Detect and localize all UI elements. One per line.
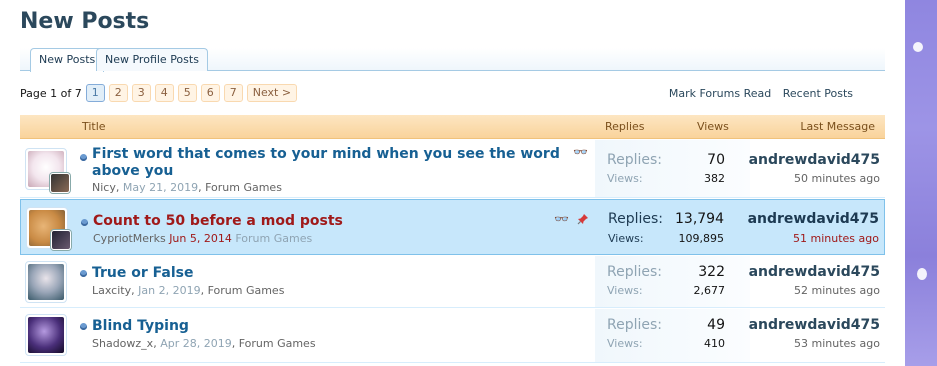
avatar[interactable] [25,261,67,303]
thread-title[interactable]: First word that comes to your mind when … [92,146,562,180]
replies-label: Replies: [607,317,663,333]
replies-label: Replies: [607,264,663,280]
views-label: Views: [607,172,643,185]
table-header: Title Replies Views Last Message [20,115,885,139]
views-count: 382 [704,172,725,185]
unread-icon [81,219,88,226]
last-post-user[interactable]: andrewdavid475 [749,317,880,333]
page-link-1[interactable]: 1 [85,84,105,102]
decor-bubble [917,268,927,280]
thread-meta: CypriotMerks Jun 5, 2014 Forum Games [93,232,312,245]
column-replies[interactable]: Replies [605,120,645,133]
replies-label: Replies: [608,211,664,227]
thread-stats [596,200,751,254]
unread-icon [80,323,87,330]
last-post-time[interactable]: 50 minutes ago [794,172,880,185]
recent-posts-link[interactable]: Recent Posts [783,87,853,100]
thread-author[interactable]: Nicy [92,181,116,194]
thread-stats [595,140,750,197]
page-link-7[interactable]: 7 [223,84,243,102]
thread-row: Blind Typing Shadowz_x, Apr 28, 2019, Fo… [20,309,885,363]
replies-count: 322 [698,264,725,280]
thread-forum[interactable]: Forum Games [235,232,312,245]
views-label: Views: [607,284,643,297]
mark-forums-read-link[interactable]: Mark Forums Read [669,87,771,100]
page-count-label: Page 1 of 7 [20,86,82,100]
top-links: Mark Forums Read Recent Posts [661,87,853,100]
thread-meta: Laxcity, Jan 2, 2019, Forum Games [92,284,285,297]
thread-row-sticky: Count to 50 before a mod posts CypriotMe… [20,199,885,255]
views-count: 2,677 [693,284,726,297]
decor-bubble [913,42,923,52]
page-link-2[interactable]: 2 [108,84,128,102]
page-link-4[interactable]: 4 [154,84,174,102]
thread-row: First word that comes to your mind when … [20,140,885,198]
replies-count: 49 [707,317,725,333]
tab-new-profile-posts[interactable]: New Profile Posts [96,48,208,71]
pagination: Page 1 of 7 1 2 3 4 5 6 7 Next > [20,84,301,102]
views-count: 410 [704,337,725,350]
last-post-user[interactable]: andrewdavid475 [749,152,880,168]
column-title[interactable]: Title [82,120,106,133]
main-content: New Posts New Posts New Profile Posts Pa… [0,0,905,366]
thread-title[interactable]: True or False [92,265,193,282]
thread-author[interactable]: Shadowz_x [92,337,153,350]
watched-glasses-icon: 👓 [573,145,588,159]
page-link-3[interactable]: 3 [131,84,151,102]
last-poster-avatar[interactable] [50,173,70,193]
unread-icon [80,154,87,161]
thread-date[interactable]: May 21, 2019 [123,181,198,194]
thread-date[interactable]: Jun 5, 2014 [169,232,232,245]
last-post-time[interactable]: 51 minutes ago [793,232,879,245]
views-label: Views: [607,337,643,350]
last-post-user[interactable]: andrewdavid475 [748,211,879,227]
views-label: Views: [608,232,644,245]
next-page-button[interactable]: Next > [246,84,298,102]
thread-forum[interactable]: Forum Games [208,284,285,297]
side-decoration [905,0,937,366]
page-link-5[interactable]: 5 [177,84,197,102]
page-link-6[interactable]: 6 [200,84,220,102]
column-views[interactable]: Views [697,120,729,133]
replies-count: 70 [707,152,725,168]
thread-title[interactable]: Count to 50 before a mod posts [93,213,343,230]
watched-glasses-icon: 👓 [554,212,569,226]
last-poster-avatar[interactable] [51,230,71,250]
last-post-time[interactable]: 53 minutes ago [794,337,880,350]
tab-new-posts[interactable]: New Posts [30,48,105,72]
column-last-message[interactable]: Last Message [800,120,875,133]
unread-icon [80,270,87,277]
thread-author[interactable]: CypriotMerks [93,232,166,245]
last-post-user[interactable]: andrewdavid475 [749,264,880,280]
last-post-time[interactable]: 52 minutes ago [794,284,880,297]
page-title: New Posts [20,9,150,34]
replies-label: Replies: [607,152,663,168]
sticky-pin-icon [577,214,588,225]
thread-title[interactable]: Blind Typing [92,318,189,335]
thread-forum[interactable]: Forum Games [205,181,282,194]
thread-meta: Nicy, May 21, 2019, Forum Games [92,181,282,194]
avatar[interactable] [25,314,67,356]
thread-forum[interactable]: Forum Games [239,337,316,350]
thread-date[interactable]: Jan 2, 2019 [138,284,200,297]
thread-author[interactable]: Laxcity [92,284,131,297]
thread-row: True or False Laxcity, Jan 2, 2019, Foru… [20,256,885,308]
thread-date[interactable]: Apr 28, 2019 [160,337,232,350]
replies-count: 13,794 [675,211,724,227]
views-count: 109,895 [678,232,725,245]
thread-meta: Shadowz_x, Apr 28, 2019, Forum Games [92,337,316,350]
